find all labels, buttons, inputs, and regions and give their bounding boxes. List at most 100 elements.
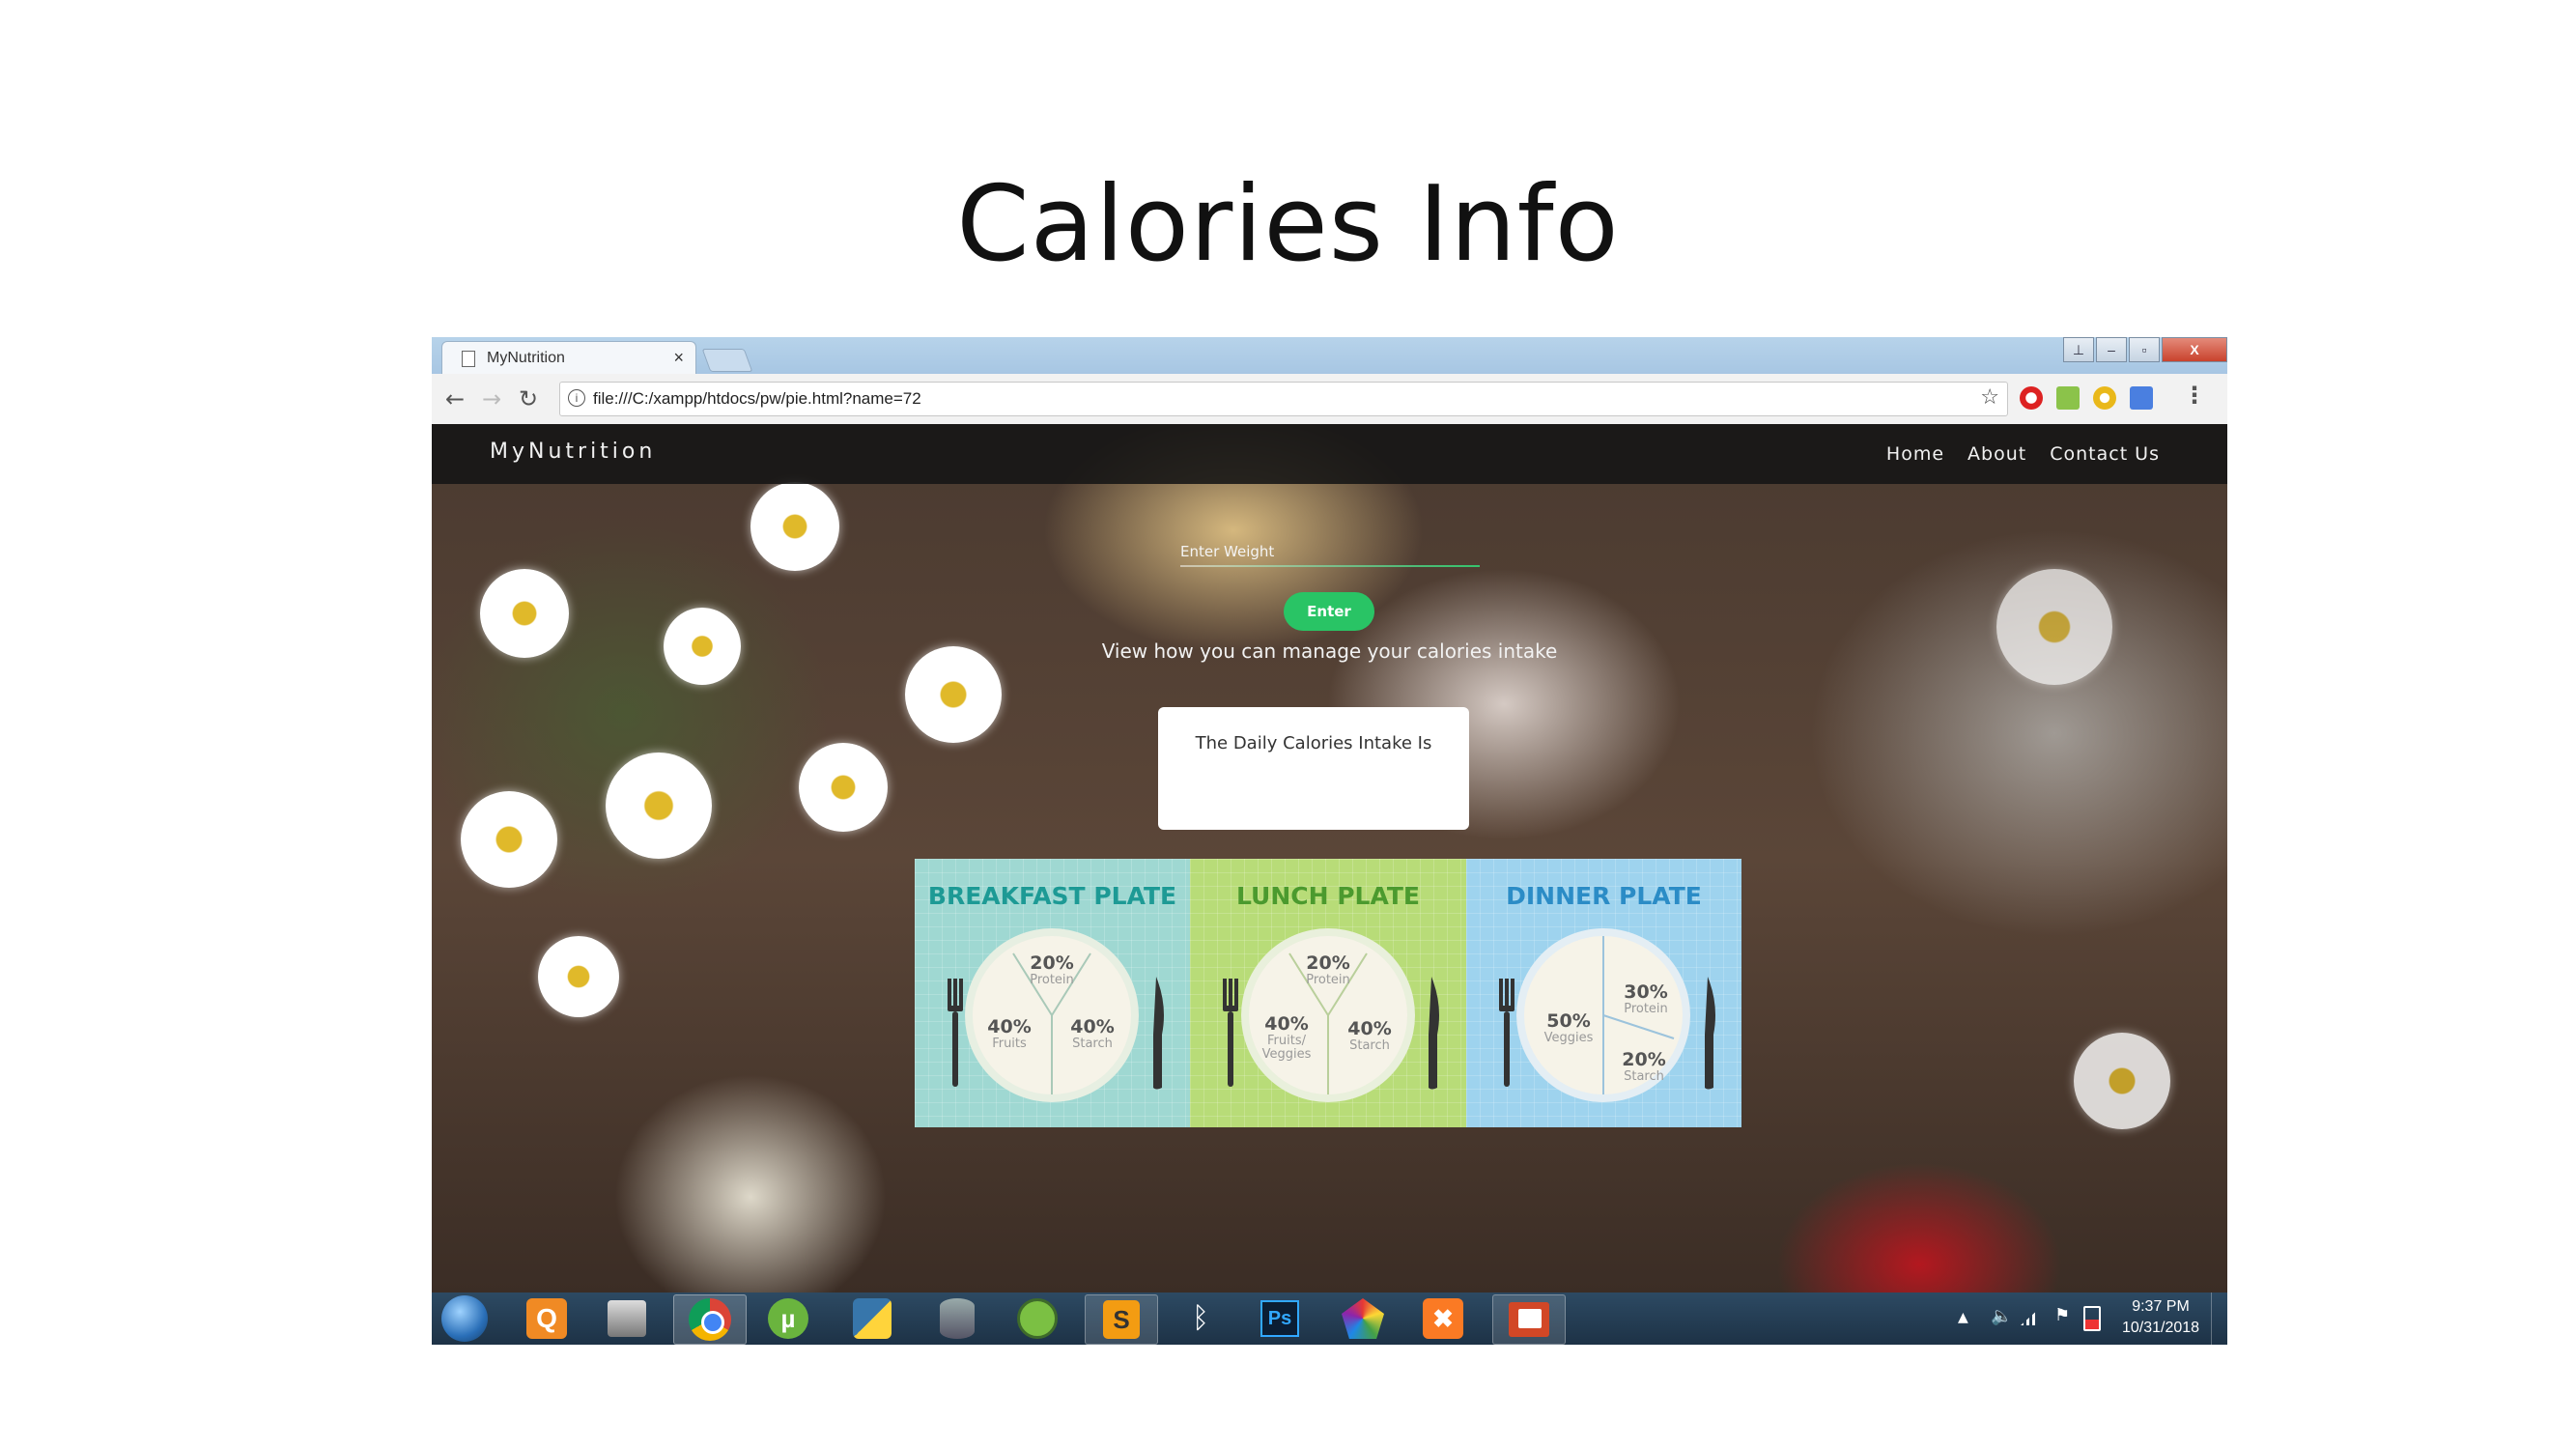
tab-title: MyNutrition (487, 350, 565, 366)
daisy-decoration (606, 753, 712, 859)
fork-icon (1499, 979, 1514, 1087)
android-studio-icon[interactable] (1017, 1298, 1058, 1339)
network-app-icon[interactable] (608, 1300, 646, 1337)
photoshop-icon[interactable]: Ps (1260, 1300, 1299, 1337)
breakfast-plate-title: BREAKFAST PLATE (927, 882, 1177, 910)
dinner-plate: DINNER PLATE 30% Protein 50% Veggies 20%… (1466, 859, 1741, 1127)
svg-text:Veggies: Veggies (1262, 1047, 1312, 1062)
volume-icon[interactable]: 🔈 (1991, 1306, 2012, 1326)
python-icon[interactable] (853, 1298, 892, 1339)
site-navbar: MyNutrition Home About Contact Us (432, 424, 2227, 484)
daisy-decoration (1996, 569, 2112, 685)
url-text: file:///C:/xampp/htdocs/pw/pie.html?name… (593, 389, 921, 408)
gem-app-icon[interactable] (1342, 1298, 1384, 1339)
daisy-decoration (461, 791, 557, 888)
svg-text:Starch: Starch (1349, 1038, 1390, 1053)
power-icon[interactable] (2083, 1306, 2101, 1331)
signal-icon[interactable] (2021, 1308, 2040, 1325)
svg-text:Protein: Protein (1030, 973, 1074, 987)
document-icon (462, 351, 475, 367)
svg-text:Veggies: Veggies (1544, 1031, 1594, 1045)
maximize-button[interactable]: ▫ (2129, 337, 2160, 362)
browser-tab[interactable]: MyNutrition × (441, 341, 696, 375)
nav-home[interactable]: Home (1886, 443, 1944, 465)
lunch-plate: LUNCH PLATE 20% Protein 40% Fruits/ Vegg… (1190, 859, 1466, 1127)
close-window-button[interactable]: X (2162, 337, 2227, 362)
enter-button[interactable]: Enter (1284, 592, 1374, 631)
clock-time: 9:37 PM (2132, 1298, 2190, 1315)
screenshot: MyNutrition × ⊥ – ▫ X ← → ↻ i file:///C:… (432, 337, 2227, 1345)
daisy-decoration (750, 482, 839, 571)
dinner-plate-title: DINNER PLATE (1506, 882, 1702, 910)
svg-text:Starch: Starch (1624, 1069, 1664, 1084)
browser-toolbar: ← → ↻ i file:///C:/xampp/htdocs/pw/pie.h… (432, 374, 2227, 425)
tab-close-icon[interactable]: × (673, 348, 684, 368)
bluetooth-icon[interactable]: ᛒ (1183, 1300, 1218, 1337)
back-icon[interactable]: ← (445, 385, 465, 412)
sublime-icon[interactable]: S (1085, 1294, 1158, 1345)
svg-text:20%: 20% (1306, 952, 1349, 974)
svg-text:50%: 50% (1546, 1010, 1590, 1032)
svg-text:Protein: Protein (1624, 1002, 1668, 1016)
presentation-icon[interactable] (1492, 1294, 1566, 1345)
svg-text:20%: 20% (1622, 1049, 1665, 1070)
clock[interactable]: 9:37 PM 10/31/2018 (2114, 1296, 2207, 1339)
svg-text:40%: 40% (1264, 1013, 1308, 1035)
menu-icon[interactable]: ⋮ (2183, 384, 2206, 407)
svg-text:40%: 40% (1070, 1016, 1114, 1037)
site-nav-links: Home About Contact Us (1886, 443, 2160, 465)
daisy-decoration (799, 743, 888, 832)
database-icon[interactable] (940, 1298, 975, 1339)
taskbar: Q µ S ᛒ Ps ✖ ▲ 🔈 ⚑ 9:37 PM 10/31/2018 (432, 1293, 2227, 1345)
daisy-decoration (538, 936, 619, 1017)
svg-text:20%: 20% (1030, 952, 1073, 974)
flag-icon[interactable]: ⚑ (2054, 1305, 2070, 1325)
window-controls: ⊥ – ▫ X (2061, 337, 2227, 362)
nav-contact[interactable]: Contact Us (2050, 443, 2160, 465)
fork-icon (1223, 979, 1238, 1087)
info-icon[interactable]: i (568, 389, 585, 407)
clock-date: 10/31/2018 (2121, 1320, 2200, 1336)
svg-text:Starch: Starch (1072, 1037, 1113, 1051)
new-tab-button[interactable] (701, 349, 753, 372)
forward-icon[interactable]: → (482, 385, 501, 412)
breakfast-plate-graphic: 20% Protein 40% Fruits 40% Starch (948, 928, 1164, 1102)
svg-text:30%: 30% (1624, 981, 1667, 1003)
translate-extension-icon[interactable] (2130, 386, 2153, 410)
knife-icon (1705, 977, 1715, 1090)
bookmark-star-icon[interactable]: ☆ (1980, 385, 1999, 410)
daisy-decoration (2074, 1033, 2170, 1129)
tray-expand-icon[interactable]: ▲ (1958, 1310, 1968, 1325)
plates-image: BREAKFAST PLATE 20% Protein 40% Fruits 4… (915, 859, 1741, 1127)
lunch-plate-graphic: 20% Protein 40% Fruits/ Veggies 40% Star… (1223, 928, 1439, 1102)
web-page: MyNutrition Home About Contact Us Enter … (432, 424, 2227, 1293)
knife-icon (1153, 977, 1164, 1090)
manage-text: View how you can manage your calories in… (1101, 639, 1558, 663)
xampp-icon[interactable]: ✖ (1423, 1298, 1463, 1339)
dinner-plate-graphic: 30% Protein 50% Veggies 20% Starch (1499, 928, 1715, 1102)
nav-about[interactable]: About (1967, 443, 2026, 465)
minimize-button[interactable]: – (2096, 337, 2127, 362)
lunch-plate-title: LUNCH PLATE (1235, 882, 1421, 910)
image-extension-icon[interactable] (2056, 386, 2080, 410)
coin-extension-icon[interactable] (2093, 386, 2116, 410)
user-icon[interactable]: ⊥ (2063, 337, 2094, 362)
address-bar[interactable]: i file:///C:/xampp/htdocs/pw/pie.html?na… (559, 382, 2008, 416)
chrome-icon[interactable] (673, 1294, 747, 1345)
reload-icon[interactable]: ↻ (519, 385, 538, 412)
weight-input-underline (1180, 565, 1480, 567)
opera-extension-icon[interactable] (2020, 386, 2043, 410)
weight-input[interactable]: Enter Weight (1180, 543, 1274, 560)
svg-text:40%: 40% (1347, 1018, 1391, 1039)
calories-result-text: The Daily Calories Intake Is (1195, 733, 1432, 753)
site-brand[interactable]: MyNutrition (490, 440, 656, 464)
windows-start-icon[interactable] (441, 1295, 488, 1342)
svg-text:Protein: Protein (1306, 973, 1350, 987)
svg-text:Fruits: Fruits (992, 1037, 1027, 1051)
utorrent-icon[interactable]: µ (768, 1298, 808, 1339)
svg-text:Fruits/: Fruits/ (1267, 1034, 1307, 1048)
svg-text:40%: 40% (987, 1016, 1031, 1037)
show-desktop-button[interactable] (2211, 1293, 2227, 1345)
q-app-icon[interactable]: Q (526, 1298, 567, 1339)
breakfast-plate: BREAKFAST PLATE 20% Protein 40% Fruits 4… (915, 859, 1190, 1127)
